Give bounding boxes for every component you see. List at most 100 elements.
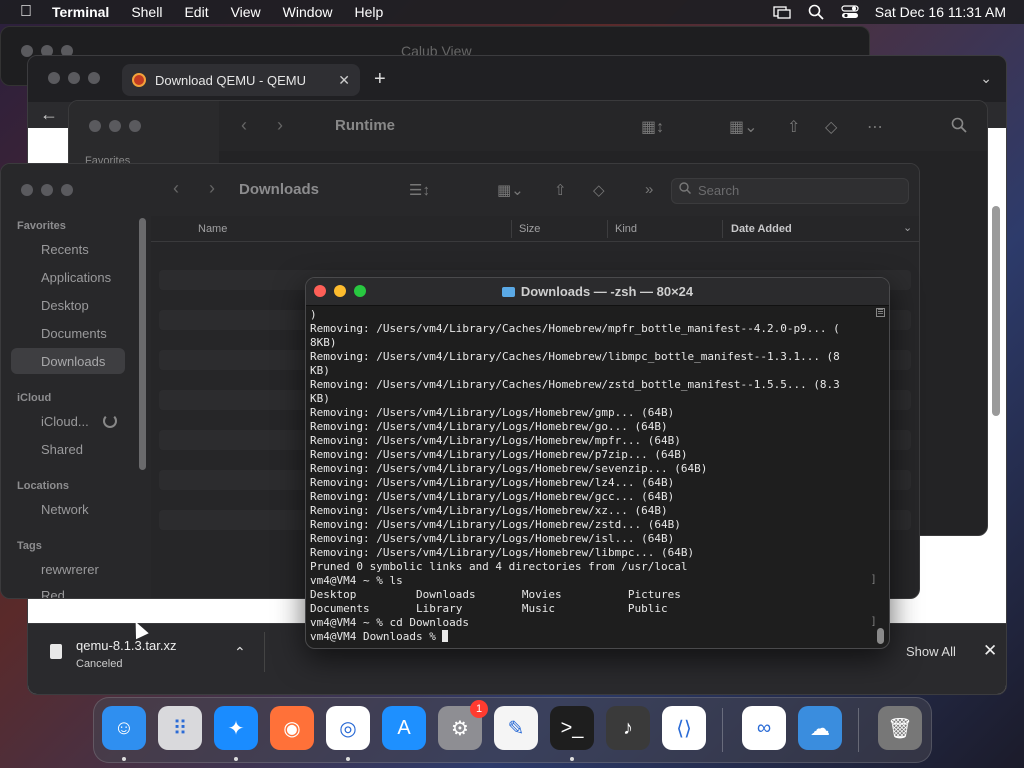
chevron-up-icon[interactable]: ⌃	[234, 644, 246, 661]
zoom-dot[interactable]	[61, 184, 73, 196]
tag-icon[interactable]: ◇	[825, 117, 837, 137]
gear-icon[interactable]: ⚙ 1	[438, 700, 488, 750]
zoom-dot[interactable]	[88, 72, 100, 84]
terminal-line: Removing: /Users/vm4/Library/Logs/Homebr…	[310, 406, 675, 419]
terminal-scrollbar[interactable]	[877, 628, 884, 644]
column-divider[interactable]	[607, 220, 608, 238]
sidebar-scrollbar[interactable]	[139, 218, 146, 470]
group-icon[interactable]: ▦⌄	[729, 117, 758, 137]
app-store-icon[interactable]: A	[382, 706, 426, 750]
column-divider[interactable]	[511, 220, 512, 238]
sidebar-item-applications[interactable]: Applications	[41, 270, 111, 285]
menu-datetime[interactable]: Sat Dec 16 11:31 AM	[875, 4, 1006, 20]
terminal-line: Removing: /Users/vm4/Library/Logs/Homebr…	[310, 504, 668, 517]
search-icon	[679, 182, 692, 197]
search-input[interactable]: Search	[671, 178, 909, 204]
control-center-icon[interactable]	[841, 5, 859, 19]
weather-icon[interactable]: ☁	[798, 706, 842, 750]
textedit-icon[interactable]: ✎	[494, 706, 538, 750]
minimize-dot[interactable]	[41, 184, 53, 196]
menu-help[interactable]: Help	[354, 4, 383, 20]
tab-close-icon[interactable]: ✕	[338, 72, 350, 89]
view-grid-icon[interactable]: ▦↕	[641, 117, 664, 137]
forward-chevron-icon[interactable]: ›	[209, 178, 215, 199]
column-date-added[interactable]: Date Added	[731, 223, 792, 235]
terminal-window[interactable]: Downloads — -zsh — 80×24 ) Removing: /Use…	[305, 277, 890, 649]
page-scrollbar[interactable]	[992, 206, 1000, 416]
menu-view[interactable]: View	[231, 4, 261, 20]
menu-window[interactable]: Window	[283, 4, 333, 20]
search-icon[interactable]	[951, 117, 967, 138]
guitar-icon[interactable]: ♪	[606, 706, 650, 750]
firefox-icon[interactable]: ◉	[270, 706, 314, 750]
close-dot[interactable]	[48, 72, 60, 84]
minimize-dot[interactable]	[109, 120, 121, 132]
terminal-icon[interactable]: >_	[550, 706, 594, 750]
sidebar-item-documents[interactable]: Documents	[41, 326, 107, 341]
more-chevron-icon[interactable]: »	[645, 181, 653, 198]
chrome-icon[interactable]: ◎	[326, 706, 370, 750]
menu-app-name[interactable]: Terminal	[52, 4, 109, 20]
sidebar-item-downloads[interactable]: Downloads	[41, 354, 105, 369]
sidebar-item-icloud-drive[interactable]: iCloud...	[41, 414, 89, 429]
terminal-line: Removing: /Users/vm4/Library/Caches/Home…	[310, 378, 840, 391]
new-tab-button[interactable]: +	[374, 68, 386, 91]
tab-title: Download QEMU - QEMU	[155, 72, 306, 88]
screen-mirroring-icon[interactable]	[773, 5, 791, 19]
visual-studio-icon[interactable]: ∞	[742, 706, 786, 750]
more-actions-icon[interactable]: ⋯	[867, 117, 883, 137]
zoom-dot[interactable]	[129, 120, 141, 132]
sort-chevron-down-icon[interactable]: ⌄	[903, 221, 912, 234]
share-icon[interactable]: ⇧	[787, 117, 800, 137]
terminal-line: vm4@VM4 ~ % cd Downloads	[310, 616, 469, 629]
terminal-output[interactable]: ) Removing: /Users/vm4/Library/Caches/Hom…	[310, 308, 872, 648]
show-all-button[interactable]: Show All	[906, 644, 956, 659]
terminal-line: KB)	[310, 364, 330, 377]
tab-list-chevron-icon[interactable]: ⌄	[980, 70, 992, 87]
back-arrow-icon[interactable]: ←	[40, 104, 58, 125]
menu-shell[interactable]: Shell	[131, 4, 162, 20]
sidebar-heading-locations: Locations	[17, 480, 69, 492]
tag-icon[interactable]: ◇	[593, 181, 605, 199]
terminal-line: Removing: /Users/vm4/Library/Caches/Home…	[310, 350, 840, 363]
notification-badge: 1	[470, 700, 488, 718]
sidebar-item-network[interactable]: Network	[41, 502, 89, 517]
close-icon[interactable]: ✕	[983, 641, 997, 661]
finder-icon[interactable]: ☺	[102, 706, 146, 750]
column-divider[interactable]	[722, 220, 723, 238]
close-dot[interactable]	[89, 120, 101, 132]
vscode-icon[interactable]: ⟨⟩	[662, 706, 706, 750]
tab-download-qemu[interactable]: Download QEMU - QEMU ✕	[122, 64, 360, 96]
terminal-line: 8KB)	[310, 336, 337, 349]
trash-icon[interactable]: 🗑	[878, 706, 922, 750]
scroll-marker-icon[interactable]: ☰	[876, 308, 885, 317]
sidebar-item-shared[interactable]: Shared	[41, 442, 83, 457]
back-chevron-icon[interactable]: ‹	[173, 178, 179, 199]
spotlight-search-icon[interactable]	[807, 4, 825, 20]
window-title: Downloads	[239, 181, 320, 198]
back-chevron-icon[interactable]: ‹	[241, 115, 247, 136]
menu-edit[interactable]: Edit	[184, 4, 208, 20]
sidebar-item-recents[interactable]: Recents	[41, 242, 89, 257]
launchpad-icon[interactable]: ⠿	[158, 706, 202, 750]
terminal-titlebar[interactable]: Downloads — -zsh — 80×24	[306, 278, 889, 306]
download-filename[interactable]: qemu-8.1.3.tar.xz	[76, 638, 176, 653]
list-view-icon[interactable]: ☰↕	[409, 181, 430, 199]
group-icon[interactable]: ▦⌄	[497, 181, 524, 199]
column-size[interactable]: Size	[519, 223, 540, 235]
share-icon[interactable]: ⇧	[554, 181, 567, 199]
close-dot[interactable]	[21, 184, 33, 196]
terminal-line: Removing: /Users/vm4/Library/Logs/Homebr…	[310, 490, 675, 503]
sidebar-item-tag-red[interactable]: Red	[41, 588, 65, 598]
sidebar-item-desktop[interactable]: Desktop	[41, 298, 89, 313]
finder-sidebar: Favorites Recents Applications Desktop D…	[1, 164, 151, 598]
sidebar-item-tag-rewwrerer[interactable]: rewwrerer	[41, 562, 99, 577]
terminal-line: Removing: /Users/vm4/Library/Logs/Homebr…	[310, 518, 681, 531]
folder-icon	[501, 287, 515, 297]
apple-icon[interactable]: 	[0, 3, 52, 21]
forward-chevron-icon[interactable]: ›	[277, 115, 283, 136]
safari-icon[interactable]: ✦	[214, 706, 258, 750]
minimize-dot[interactable]	[68, 72, 80, 84]
column-kind[interactable]: Kind	[615, 223, 637, 235]
column-name[interactable]: Name	[198, 223, 227, 235]
